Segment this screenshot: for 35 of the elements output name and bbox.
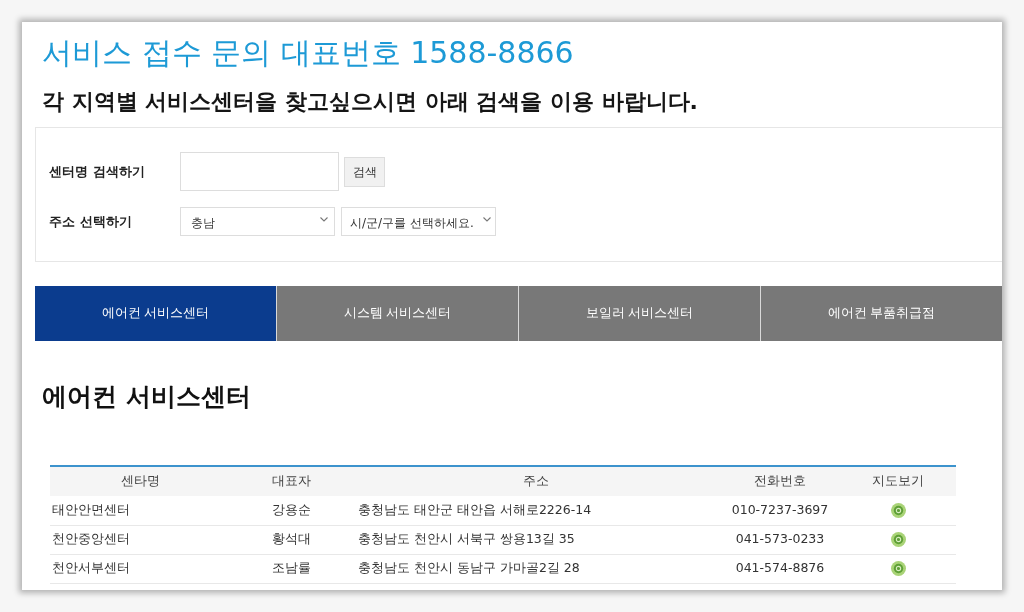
hotline-heading: 서비스 접수 문의 대표번호 1588-8866: [42, 34, 575, 72]
table-cell: 강용순: [230, 496, 352, 525]
circle-icon[interactable]: [890, 532, 906, 548]
column-header: 센타명: [50, 466, 230, 496]
search-button[interactable]: 검색: [344, 156, 385, 187]
section-heading: 에어컨 서비스센터: [42, 381, 252, 413]
table-cell: 충청남도 태안군 태안읍 서해로2226-14: [352, 496, 720, 525]
table-cell: 태안안면센터: [50, 496, 230, 525]
table-cell: 충청남도 천안시 서북구 쌍용13길 35: [352, 525, 720, 554]
table-cell: 황석대: [230, 525, 352, 554]
column-header: 전화번호: [720, 466, 840, 496]
district-select[interactable]: 시/군/구를 선택하세요.: [341, 207, 496, 236]
circle-icon[interactable]: [890, 561, 906, 577]
center-name-input[interactable]: [180, 152, 339, 191]
field-label: 센터명 검색하기: [49, 162, 146, 181]
field-label: 주소 선택하기: [49, 212, 133, 231]
table-cell: 충청남도 천안시 동남구 가마골2길 28: [352, 554, 720, 583]
table-cell: 010-7237-3697: [720, 496, 840, 525]
table-cell: 041-574-8876: [720, 554, 840, 583]
province-select[interactable]: 충남: [180, 207, 335, 236]
table-cell: 천안서부센터: [50, 554, 230, 583]
table-cell: 041-573-0233: [720, 525, 840, 554]
tab[interactable]: 에어컨 서비스센터: [35, 286, 276, 341]
chevron-down-icon: [483, 217, 491, 222]
column-header: 주소: [352, 466, 720, 496]
tab[interactable]: 시스템 서비스센터: [276, 286, 518, 341]
column-header: 지도보기: [840, 466, 956, 496]
tab[interactable]: 에어컨 부품취급점: [760, 286, 1002, 341]
table-cell: 조남률: [230, 554, 352, 583]
tab[interactable]: 보일러 서비스센터: [518, 286, 760, 341]
circle-icon[interactable]: [890, 502, 906, 518]
intro-heading: 각 지역별 서비스센터을 찾고싶으시면 아래 검색을 이용 바랍니다.: [42, 88, 699, 116]
table-cell: 천안중앙센터: [50, 525, 230, 554]
chevron-down-icon: [320, 217, 328, 222]
column-header: 대표자: [230, 466, 352, 496]
